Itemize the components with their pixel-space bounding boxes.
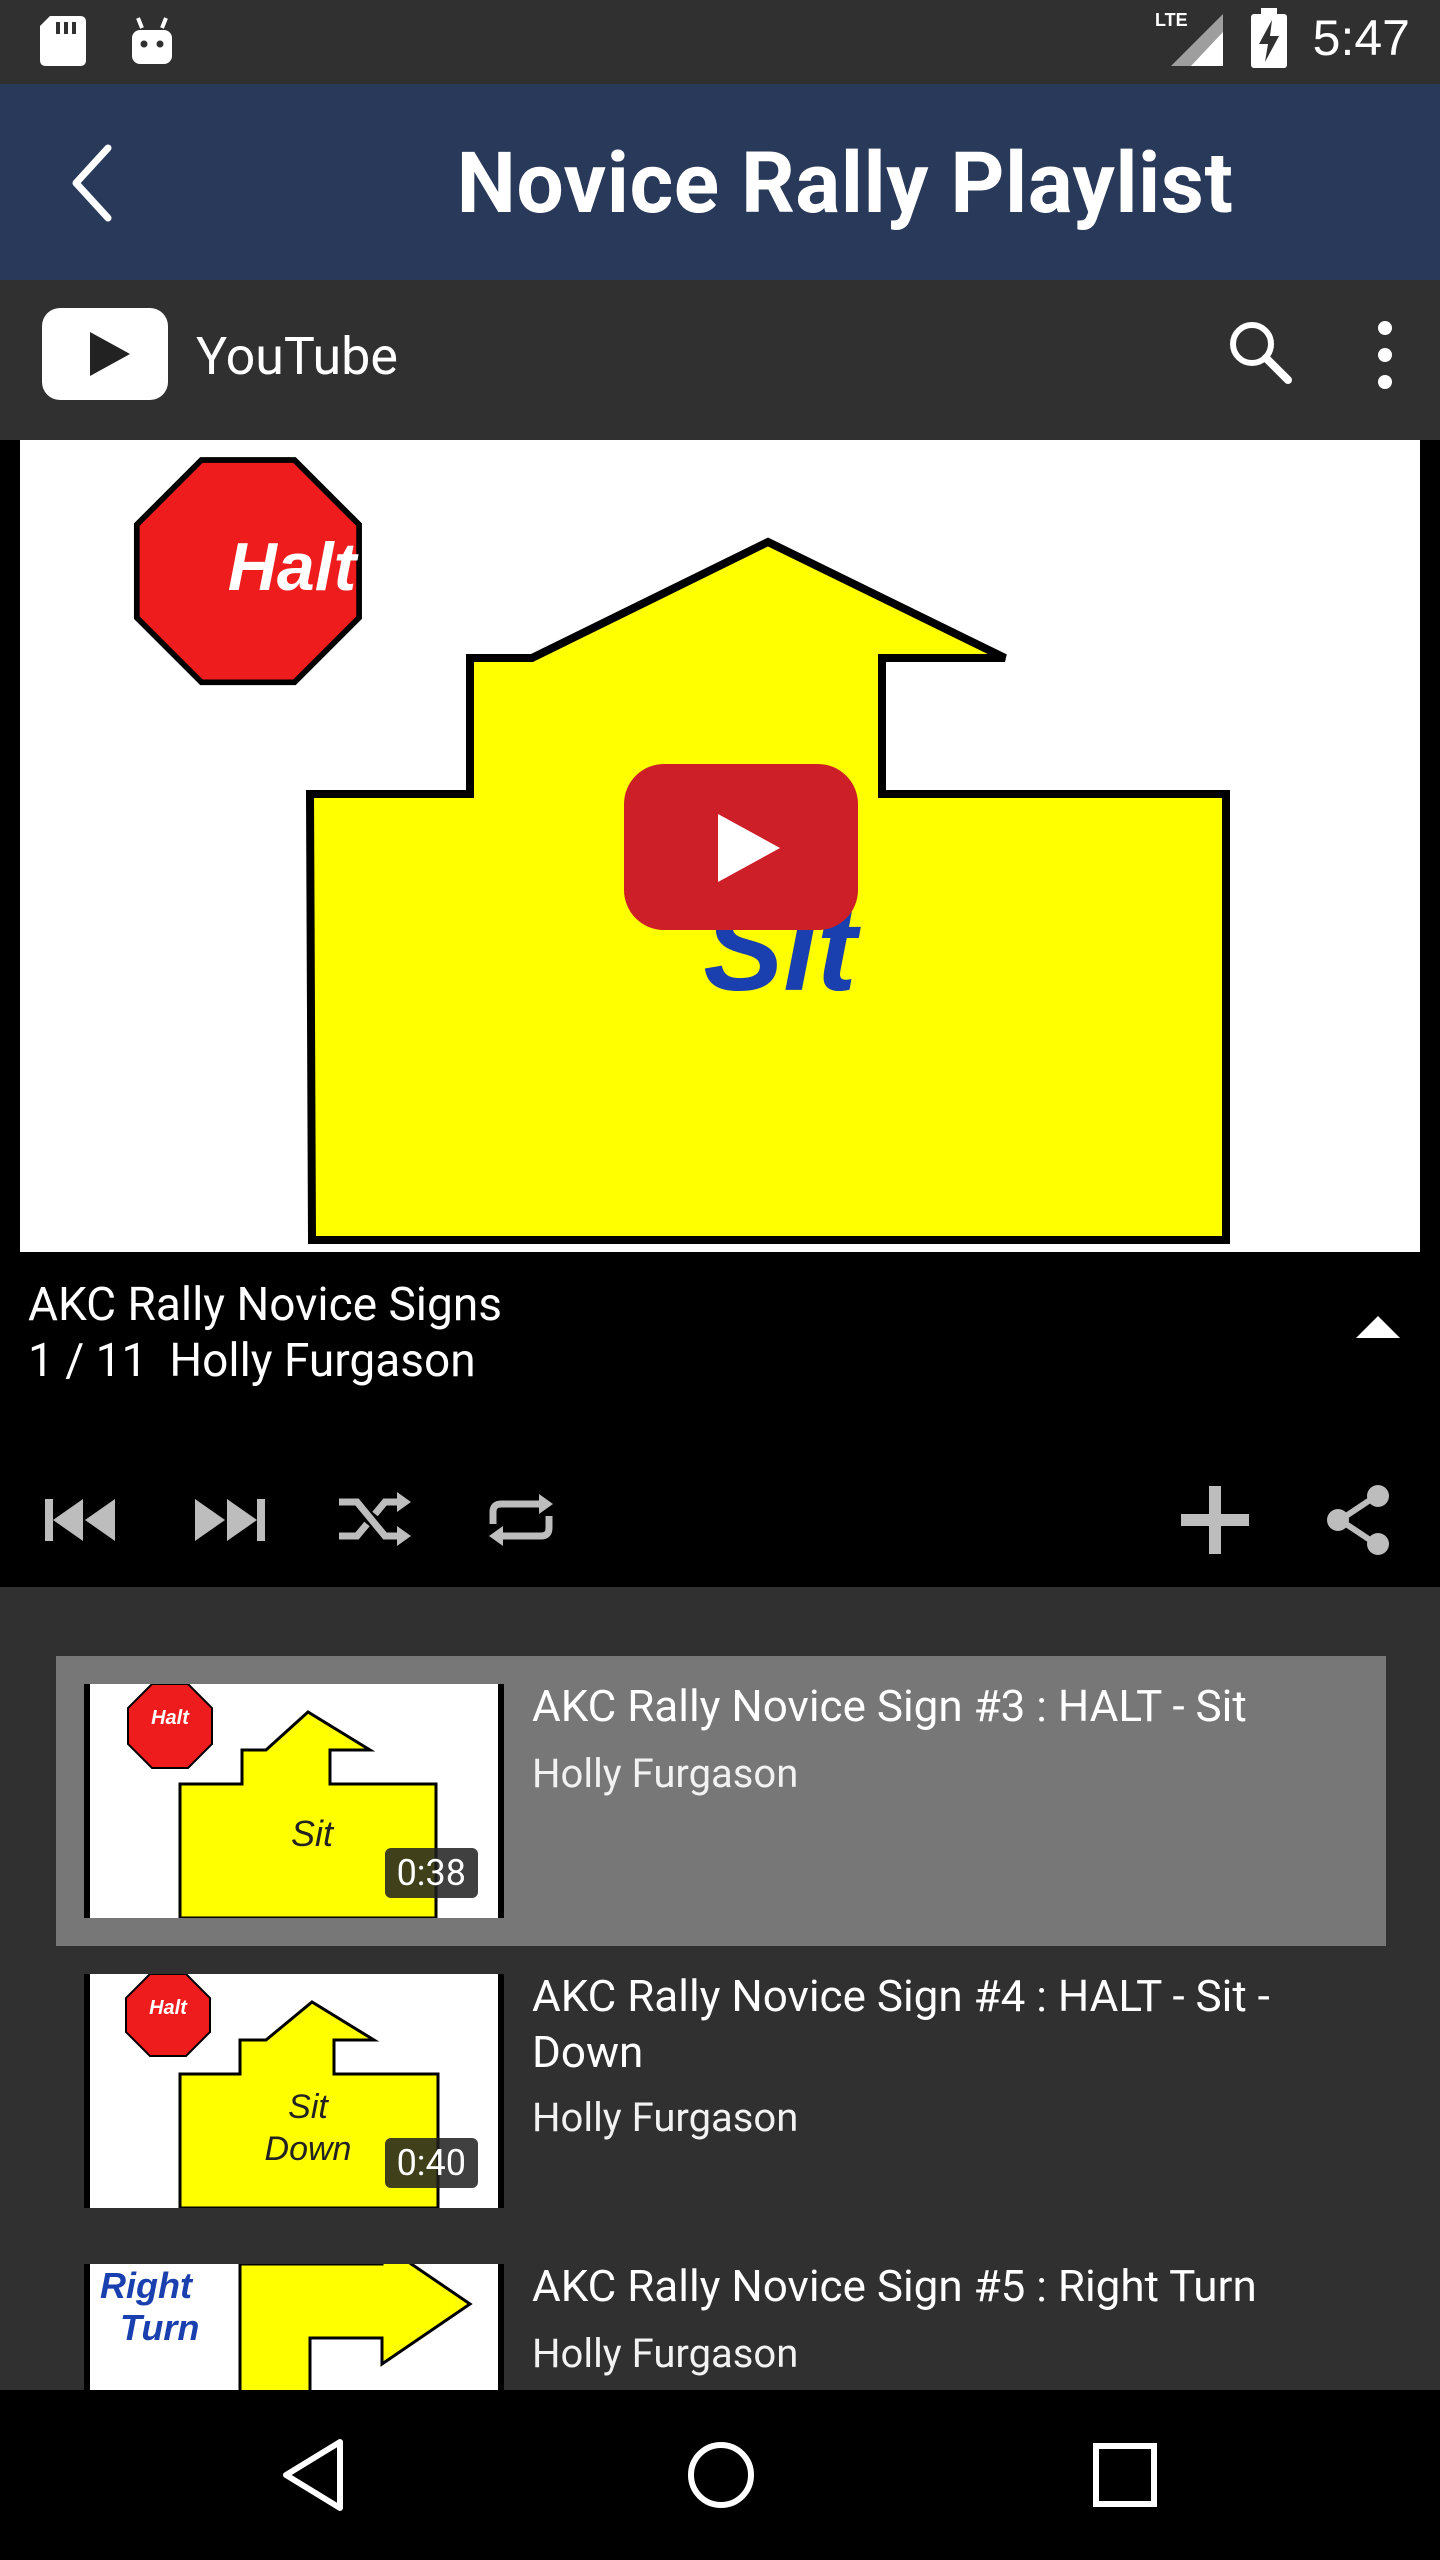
app-bar: Novice Rally Playlist (0, 84, 1440, 280)
screen: LTE 5:47 Novice Rally Playlist YouTube H… (0, 0, 1440, 2560)
more-options-icon[interactable] (1368, 320, 1402, 390)
navigation-bar (0, 2390, 1440, 2560)
now-playing-author: Holly Furgason (169, 1334, 476, 1388)
youtube-logo-icon (42, 308, 168, 400)
sit-text: Sit (288, 2088, 329, 2126)
playlist-item-title: AKC Rally Novice Sign #4 : HALT - Sit - … (532, 1970, 1270, 2078)
shuffle-icon (339, 1492, 411, 1546)
halt-text: Halt (228, 529, 359, 605)
skip-next-icon (195, 1499, 265, 1541)
skip-previous-icon (45, 1499, 115, 1541)
add-to-playlist-button[interactable] (1172, 1480, 1258, 1560)
search-icon[interactable] (1226, 318, 1292, 384)
status-bar: LTE 5:47 (0, 0, 1440, 84)
playlist-item[interactable]: Halt Sit 0:38 AKC Rally Novice Sign #3 :… (56, 1656, 1386, 1946)
now-playing-title: AKC Rally Novice Signs (28, 1278, 502, 1332)
share-button[interactable] (1316, 1480, 1402, 1560)
playlist-item-title: AKC Rally Novice Sign #3 : HALT - Sit (532, 1680, 1247, 1732)
nav-home-icon[interactable] (676, 2430, 766, 2520)
nav-back-icon[interactable] (272, 2430, 362, 2520)
halt-text: Halt (149, 1997, 188, 2019)
svg-text:LTE: LTE (1155, 10, 1188, 30)
sd-card-icon (40, 16, 86, 66)
repeat-icon (489, 1494, 553, 1546)
nav-recents-icon[interactable] (1080, 2430, 1170, 2520)
video-thumbnail[interactable]: Halt Sit (20, 440, 1420, 1252)
now-playing-subtitle: 1 / 11 Holly Furgason (28, 1334, 476, 1388)
duration-badge: 0:40 (384, 2138, 478, 2188)
turn-text: Turn (120, 2307, 199, 2348)
playlist-item[interactable]: Right Turn AKC Rally Novice Sign #5 : Ri… (56, 2236, 1386, 2390)
halt-text: Halt (151, 1707, 190, 1729)
repeat-button[interactable] (478, 1480, 564, 1560)
sit-text: Sit (291, 1813, 335, 1854)
playlist-position: 1 / 11 (28, 1334, 148, 1388)
lte-signal-icon: LTE (1155, 10, 1223, 66)
android-icon (132, 17, 172, 64)
playlist-item[interactable]: Halt Sit Down 0:40 AKC Rally Novice Sign… (56, 1946, 1386, 2236)
clock: 5:47 (1312, 10, 1410, 66)
right-turn-sign-image: Right Turn (100, 2264, 473, 2390)
playlist-item-title: AKC Rally Novice Sign #5 : Right Turn (532, 2260, 1257, 2312)
duration-badge: 0:38 (384, 1848, 478, 1898)
video-player: Halt Sit AKC Rally Novice Signs 1 / 11 H… (0, 440, 1440, 1587)
shuffle-button[interactable] (332, 1480, 418, 1560)
player-controls (0, 1480, 1440, 1580)
plus-icon (1181, 1486, 1249, 1554)
share-icon (1327, 1485, 1389, 1555)
down-text: Down (265, 2130, 352, 2168)
playlist: Halt Sit 0:38 AKC Rally Novice Sign #3 :… (0, 1590, 1440, 2390)
battery-charging-icon (1250, 8, 1287, 68)
playlist-item-author: Holly Furgason (532, 2330, 799, 2377)
youtube-label: YouTube (196, 326, 398, 387)
play-icon[interactable] (624, 764, 858, 930)
playlist-thumbnail: Halt Sit Down 0:40 (84, 1974, 504, 2208)
playlist-item-author: Holly Furgason (532, 2094, 799, 2141)
playlist-item-author: Holly Furgason (532, 1750, 799, 1797)
right-text: Right (100, 2265, 194, 2306)
playlist-thumbnail: Halt Sit 0:38 (84, 1684, 504, 1918)
collapse-arrow-icon[interactable] (1356, 1316, 1400, 1338)
previous-button[interactable] (38, 1480, 124, 1560)
page-title: Novice Rally Playlist (456, 134, 1234, 233)
playlist-thumbnail: Right Turn (84, 2264, 504, 2390)
next-button[interactable] (186, 1480, 272, 1560)
youtube-header: YouTube (0, 280, 1440, 440)
